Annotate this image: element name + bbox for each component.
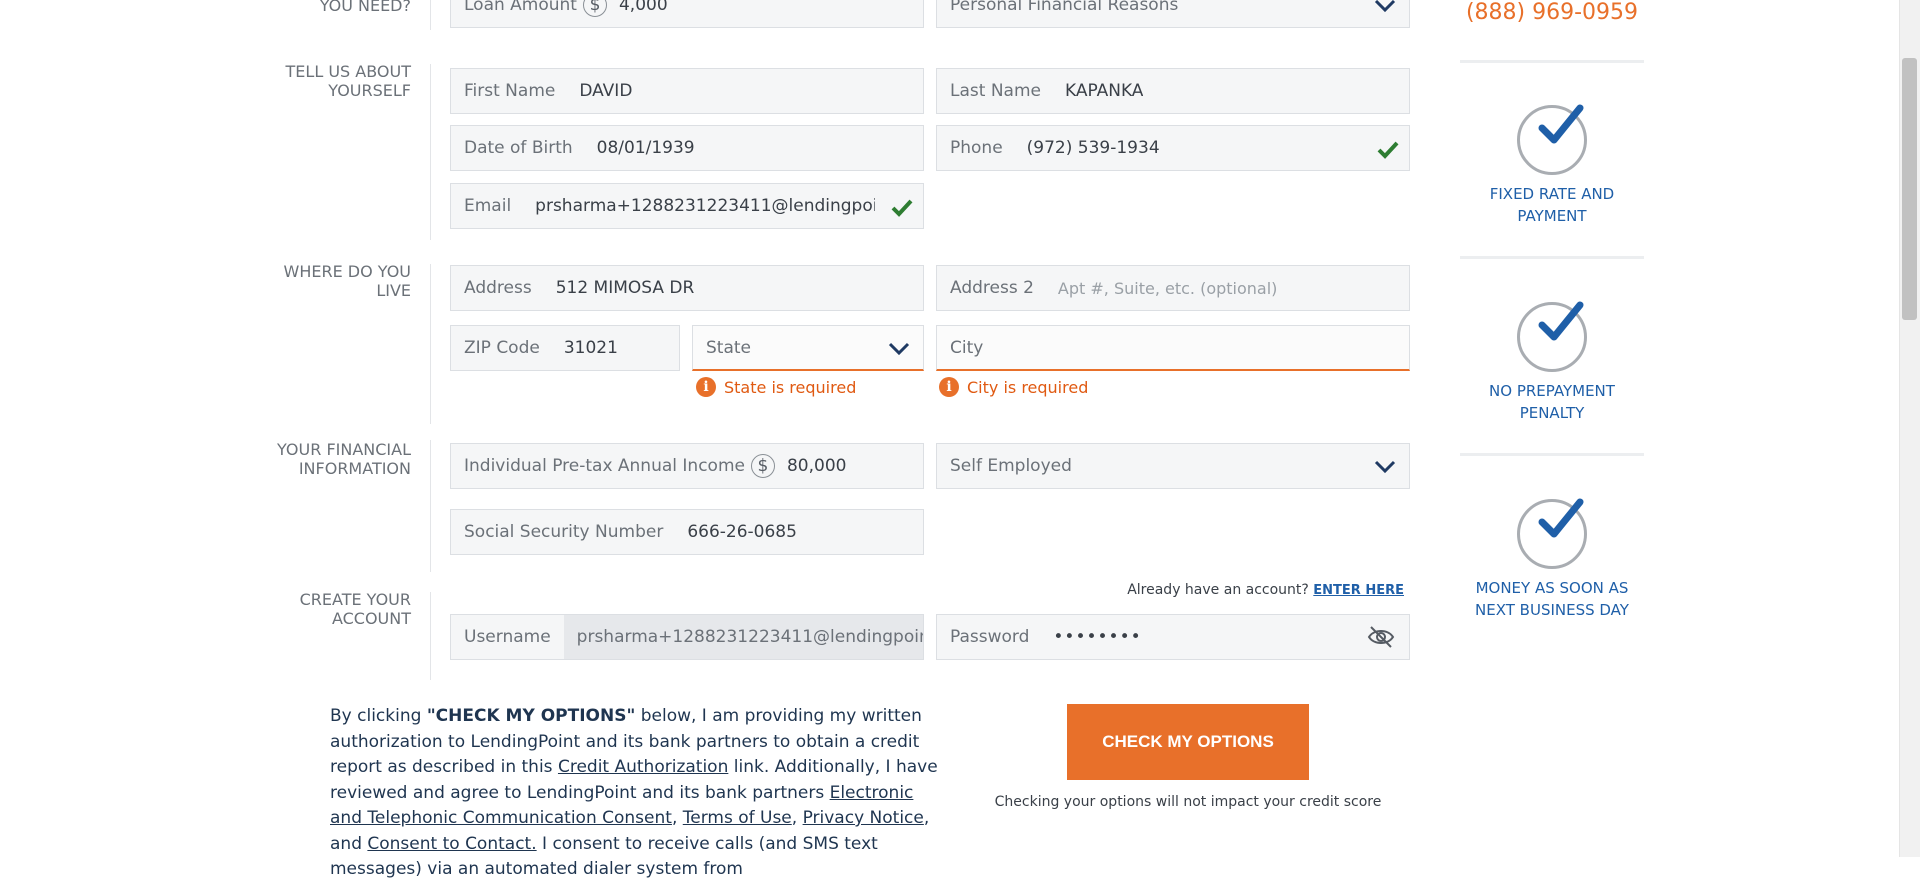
- email-field[interactable]: Email prsharma+1288231223411@lendingpoin…: [450, 183, 924, 229]
- email-label: Email: [464, 196, 512, 216]
- sidebar-divider: [1460, 256, 1644, 259]
- state-select[interactable]: State: [692, 325, 924, 371]
- section-label-live: WHERE DO YOU LIVE: [283, 262, 411, 300]
- section-divider: [430, 0, 431, 30]
- password-field[interactable]: Password ••••••••: [936, 614, 1410, 660]
- state-placeholder: State: [706, 337, 751, 358]
- consent-to-contact-link[interactable]: Consent to Contact.: [367, 834, 536, 854]
- credit-authorization-link[interactable]: Credit Authorization: [558, 757, 728, 777]
- dob-label: Date of Birth: [464, 138, 573, 158]
- loan-reason-select[interactable]: Personal Financial Reasons: [936, 0, 1410, 28]
- section-divider: [430, 440, 431, 572]
- benefit-label: FIXED RATE AND PAYMENT: [1489, 185, 1615, 225]
- city-error: i City is required: [939, 377, 1088, 397]
- city-placeholder: City: [950, 337, 984, 358]
- phone-field[interactable]: Phone (972) 539-1934: [936, 125, 1410, 171]
- chevron-down-icon: [1374, 460, 1396, 474]
- last-name-value[interactable]: KAPANKA: [1041, 81, 1143, 101]
- account-prompt-text: Already have an account?: [1127, 582, 1309, 598]
- email-value[interactable]: prsharma+1288231223411@lendingpoint.co: [511, 196, 875, 216]
- info-icon: i: [939, 377, 959, 397]
- loan-amount-field[interactable]: Loan Amount $ 4,000: [450, 0, 924, 28]
- chevron-down-icon: [888, 342, 910, 356]
- benefit-label: NO PREPAYMENT PENALTY: [1489, 382, 1615, 422]
- address2-label: Address 2: [950, 278, 1034, 298]
- ssn-value[interactable]: 666-26-0685: [663, 522, 797, 542]
- loan-amount-value[interactable]: 4,000: [607, 0, 668, 15]
- username-label: Username: [464, 627, 551, 647]
- zip-value[interactable]: 31021: [540, 338, 618, 358]
- authorization-disclaimer: By clicking "CHECK MY OPTIONS" below, I …: [330, 706, 938, 879]
- section-label-about: TELL US ABOUT YOURSELF: [285, 62, 411, 100]
- state-error: i State is required: [696, 377, 856, 397]
- benefit-fast-funding: MONEY AS SOON AS NEXT BUSINESS DAY: [1460, 498, 1644, 621]
- password-label: Password: [950, 627, 1030, 647]
- loan-reason-value: Personal Financial Reasons: [950, 0, 1179, 15]
- zip-label: ZIP Code: [464, 338, 540, 358]
- terms-of-use-link[interactable]: Terms of Use: [683, 808, 792, 828]
- phone-label: Phone: [950, 138, 1003, 158]
- dob-field[interactable]: Date of Birth 08/01/1939: [450, 125, 924, 171]
- section-divider: [430, 264, 431, 424]
- phone-value[interactable]: (972) 539-1934: [1003, 138, 1160, 158]
- section-label-account: CREATE YOUR ACCOUNT: [299, 590, 411, 628]
- eye-off-icon[interactable]: [1367, 625, 1395, 649]
- benefit-label: MONEY AS SOON AS NEXT BUSINESS DAY: [1475, 579, 1629, 619]
- address2-placeholder[interactable]: Apt #, Suite, etc. (optional): [1034, 279, 1277, 298]
- account-prompt: Already have an account? ENTER HERE: [1000, 582, 1404, 598]
- zip-field[interactable]: ZIP Code 31021: [450, 325, 680, 371]
- ssn-field[interactable]: Social Security Number 666-26-0685: [450, 509, 924, 555]
- first-name-label: First Name: [464, 81, 556, 101]
- income-field[interactable]: Individual Pre-tax Annual Income $ 80,00…: [450, 443, 924, 489]
- address-field[interactable]: Address 512 MIMOSA DR: [450, 265, 924, 311]
- check-icon: [1377, 141, 1399, 159]
- dollar-icon: $: [582, 0, 607, 17]
- address-label: Address: [464, 278, 532, 298]
- info-icon: i: [696, 377, 716, 397]
- section-divider: [430, 592, 431, 680]
- check-circle-icon: [1517, 498, 1587, 569]
- loan-amount-label: Loan Amount: [464, 0, 577, 15]
- benefit-no-prepayment: NO PREPAYMENT PENALTY: [1460, 301, 1644, 424]
- state-error-text: State is required: [724, 377, 857, 397]
- income-label: Individual Pre-tax Annual Income: [464, 456, 745, 476]
- check-circle-icon: [1517, 301, 1587, 372]
- benefit-fixed-rate: FIXED RATE AND PAYMENT: [1460, 104, 1644, 227]
- privacy-notice-link[interactable]: Privacy Notice: [803, 808, 924, 828]
- first-name-value[interactable]: DAVID: [555, 81, 632, 101]
- check-icon: [891, 199, 913, 217]
- first-name-field[interactable]: First Name DAVID: [450, 68, 924, 114]
- employment-select[interactable]: Self Employed: [936, 443, 1410, 489]
- username-field[interactable]: Username prsharma+1288231223411@lendingp…: [450, 614, 924, 660]
- check-circle-icon: [1517, 104, 1587, 175]
- dollar-icon: $: [750, 454, 775, 478]
- address-value[interactable]: 512 MIMOSA DR: [532, 278, 695, 298]
- sidebar-divider: [1460, 453, 1644, 456]
- city-error-text: City is required: [967, 377, 1089, 397]
- dob-value[interactable]: 08/01/1939: [573, 138, 695, 158]
- income-value[interactable]: 80,000: [775, 456, 846, 476]
- ssn-label: Social Security Number: [464, 522, 664, 542]
- cta-note: Checking your options will not impact yo…: [994, 794, 1382, 810]
- sidebar-divider: [1460, 60, 1644, 63]
- section-label-loan: YOU NEED?: [319, 0, 411, 15]
- chevron-down-icon: [1374, 0, 1396, 13]
- city-field[interactable]: City: [936, 325, 1410, 371]
- username-value: prsharma+1288231223411@lendingpoint.com: [563, 615, 923, 659]
- support-phone[interactable]: (888) 969-0959: [1460, 0, 1644, 25]
- last-name-field[interactable]: Last Name KAPANKA: [936, 68, 1410, 114]
- last-name-label: Last Name: [950, 81, 1041, 101]
- scrollbar-thumb[interactable]: [1902, 58, 1917, 320]
- enter-here-link[interactable]: ENTER HERE: [1313, 583, 1404, 598]
- check-my-options-button[interactable]: CHECK MY OPTIONS: [1067, 704, 1309, 780]
- address2-field[interactable]: Address 2 Apt #, Suite, etc. (optional): [936, 265, 1410, 311]
- section-label-financial: YOUR FINANCIAL INFORMATION: [277, 440, 411, 478]
- section-divider: [430, 64, 431, 240]
- employment-value: Self Employed: [950, 456, 1072, 476]
- password-value[interactable]: ••••••••: [1029, 627, 1141, 647]
